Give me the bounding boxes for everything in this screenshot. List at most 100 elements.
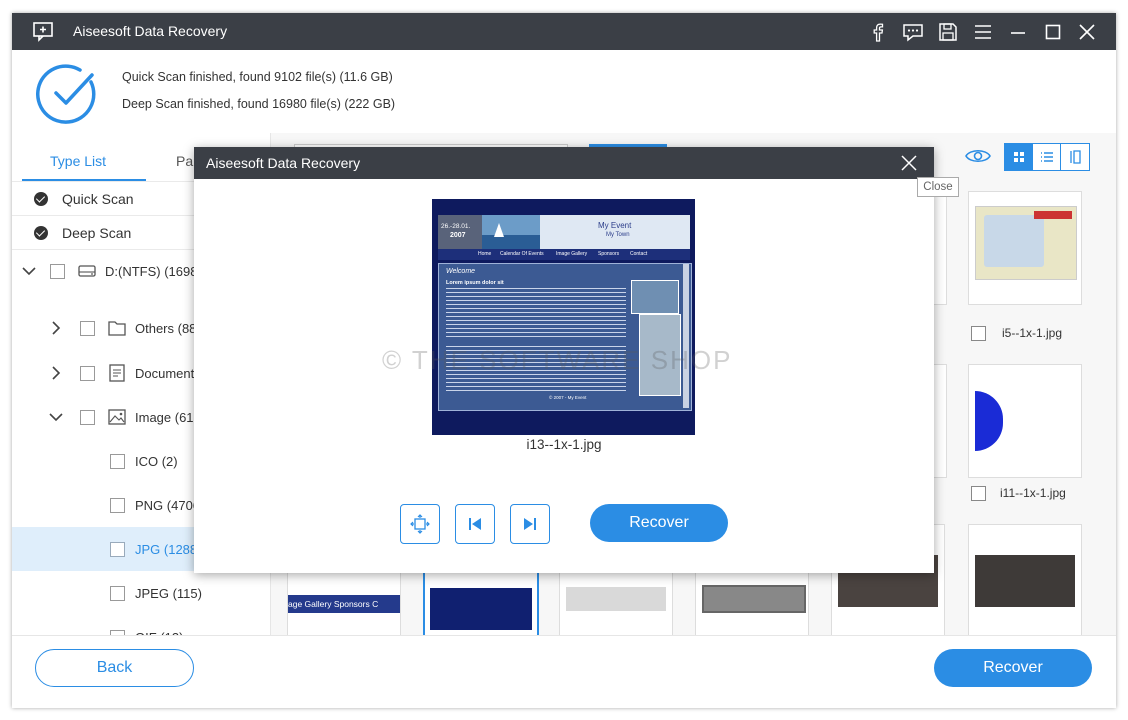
document-icon (109, 364, 125, 382)
thumbnail-image (975, 206, 1077, 280)
document-checkbox[interactable] (80, 366, 95, 381)
preview-text-lines (446, 288, 626, 338)
deep-scan-status: Deep Scan finished, found 16980 file(s) … (122, 97, 396, 111)
arc-shape (975, 391, 1003, 451)
tree-label: Others (88 (135, 321, 197, 336)
grid-icon (1014, 152, 1024, 162)
detail-view-button[interactable] (1060, 143, 1090, 171)
fit-screen-button[interactable] (400, 504, 440, 544)
thumbnail-i11-checkbox[interactable] (971, 486, 986, 501)
chevron-down-icon[interactable] (48, 409, 64, 425)
preview-nav-item: Image Gallery (556, 251, 588, 257)
preview-event-title: My Event (598, 221, 632, 230)
drive-checkbox[interactable] (50, 264, 65, 279)
deep-scan-label: Deep Scan (62, 225, 132, 241)
jpg-checkbox[interactable] (110, 542, 125, 557)
chevron-down-icon[interactable] (21, 263, 37, 279)
thumbnail-i5[interactable] (968, 191, 1082, 305)
deep-scan-check-icon (34, 226, 48, 240)
chevron-right-icon[interactable] (48, 320, 64, 336)
thumbnail-i11[interactable] (968, 364, 1082, 478)
fit-screen-icon (410, 514, 430, 534)
tab-type-list[interactable]: Type List (50, 153, 106, 169)
feedback-icon[interactable] (901, 20, 925, 44)
sail-shape (494, 223, 504, 237)
chevron-right-icon[interactable] (48, 365, 64, 381)
image-checkbox[interactable] (80, 410, 95, 425)
maximize-icon[interactable] (1041, 20, 1065, 44)
thumbnail-i11-name: i11--1x-1.jpg (1000, 486, 1066, 500)
preview-file-name: i13--1x-1.jpg (526, 437, 602, 452)
previous-button[interactable] (455, 504, 495, 544)
preview-body: Welcome Lorem ipsum dolor sit © 2007 - M… (438, 263, 692, 411)
thumbnail-i5-checkbox[interactable] (971, 326, 986, 341)
watermark: © THE SOFTWARE SHOP (382, 345, 733, 375)
preview-lorem-title: Lorem ipsum dolor sit (446, 280, 504, 286)
title-bar: Aiseesoft Data Recovery (12, 13, 1116, 50)
preview-photo (482, 215, 540, 249)
preview-header: 26.-28.01. 2007 My Event My Town (438, 215, 690, 249)
facebook-icon[interactable] (866, 20, 890, 44)
preview-nav-item: Sponsors (598, 251, 620, 257)
menu-icon[interactable] (971, 20, 995, 44)
preview-nav-item: Home (478, 251, 492, 257)
list-view-button[interactable] (1032, 143, 1062, 171)
tree-label: D:(NTFS) (16980 (105, 264, 205, 279)
tree-label: JPEG (115) (135, 586, 202, 601)
tab-path-list[interactable]: Pa (176, 153, 193, 169)
columns-icon (1070, 150, 1081, 164)
preview-photo-1 (631, 280, 679, 314)
back-button[interactable]: Back (35, 649, 194, 687)
list-icon (1041, 152, 1053, 162)
app-logo-icon (33, 22, 53, 42)
ico-checkbox[interactable] (110, 454, 125, 469)
close-icon[interactable] (1075, 20, 1099, 44)
dialog-close-icon[interactable] (900, 154, 918, 172)
dialog-title-bar: Aiseesoft Data Recovery (194, 147, 934, 179)
quick-scan-label: Quick Scan (62, 191, 134, 207)
preview-welcome: Welcome (446, 268, 476, 275)
others-checkbox[interactable] (80, 321, 95, 336)
minimize-icon[interactable] (1006, 20, 1030, 44)
scan-complete-icon (36, 64, 96, 124)
drive-icon (78, 265, 96, 277)
dialog-recover-button[interactable]: Recover (590, 504, 728, 542)
app-title: Aiseesoft Data Recovery (73, 23, 228, 39)
thumbnail-image (566, 587, 666, 611)
save-icon[interactable] (936, 20, 960, 44)
recover-button[interactable]: Recover (934, 649, 1092, 687)
close-tooltip: Close (917, 177, 959, 197)
image-icon (108, 409, 126, 425)
preview-nav: Home Calendar Of Events Image Gallery Sp… (438, 249, 690, 260)
quick-scan-check-icon (34, 192, 48, 206)
thumbnail-image (975, 555, 1075, 607)
thumbnail-nav-snippet: age Gallery Sponsors C (288, 595, 400, 613)
preview-eye-icon[interactable] (965, 147, 991, 165)
next-button[interactable] (510, 504, 550, 544)
tree-label: Document (135, 366, 195, 381)
scan-status-header: Quick Scan finished, found 9102 file(s) … (12, 50, 1116, 134)
thumbnail-i5-name: i5--1x-1.jpg (1002, 326, 1063, 340)
dialog-title: Aiseesoft Data Recovery (206, 155, 361, 171)
sea-shape (482, 235, 540, 249)
thumbnail-image (702, 585, 806, 613)
next-icon (524, 518, 536, 530)
preview-year: 2007 (450, 232, 466, 239)
preview-footer: © 2007 - My Event (549, 395, 587, 400)
preview-scrollbar (683, 264, 689, 408)
tree-label: JPG (1288) (135, 542, 202, 557)
previous-icon (469, 518, 481, 530)
thumbnail-image (430, 588, 532, 630)
tree-label: ICO (2) (135, 454, 178, 469)
quick-scan-status: Quick Scan finished, found 9102 file(s) … (122, 70, 393, 84)
thumbnail-bottom-6[interactable] (968, 524, 1082, 635)
tree-label: Image (61 (135, 410, 194, 425)
png-checkbox[interactable] (110, 498, 125, 513)
jpeg-checkbox[interactable] (110, 586, 125, 601)
tree-item-jpeg[interactable]: JPEG (115) (12, 573, 270, 613)
thumbnail-view-button[interactable] (1004, 143, 1034, 171)
preview-date-box: 26.-28.01. 2007 (438, 215, 482, 249)
preview-event-sub: My Town (606, 232, 630, 238)
preview-nav-item: Calendar Of Events (500, 251, 544, 257)
preview-nav-item: Contact (630, 251, 648, 257)
